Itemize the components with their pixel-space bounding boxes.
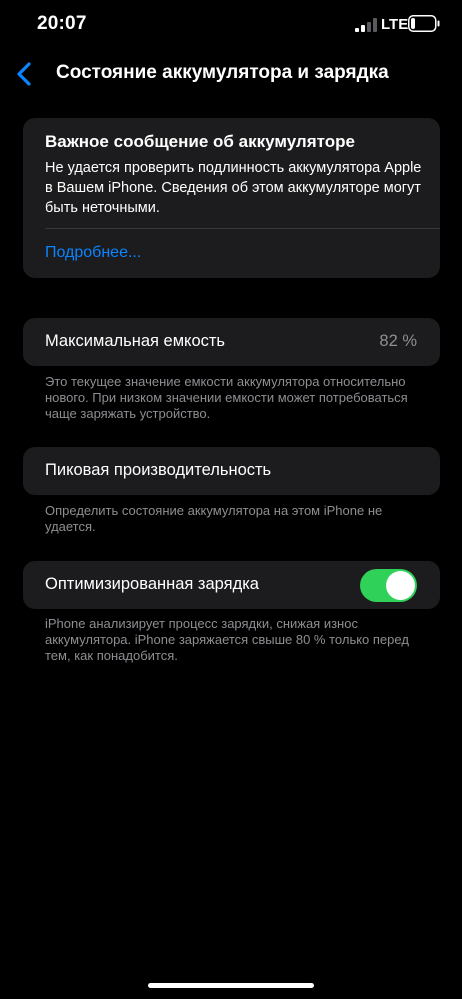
battery-low-icon [408, 15, 440, 32]
status-time: 20:07 [37, 13, 87, 34]
alert-body: Не удается проверить подлинность аккумул… [45, 160, 422, 216]
network-label: LTE [381, 16, 409, 33]
learn-more-link[interactable]: Подробнее... [45, 244, 141, 262]
optimized-charging-row: Оптимизированная зарядка [23, 561, 440, 609]
alert-divider [45, 228, 440, 229]
signal-bars-icon [355, 18, 377, 32]
back-button[interactable] [8, 58, 40, 90]
maximum-capacity-value: 82 % [379, 332, 417, 350]
toggle-knob [386, 571, 415, 600]
performance-footnote: Определить состояние аккумулятора на это… [45, 503, 383, 534]
status-bar: 20:07 LTE [0, 0, 462, 50]
optimized-charging-footnote: iPhone анализирует процесс зарядки, сниж… [45, 616, 409, 663]
maximum-capacity-row: Максимальная емкость 82 % [23, 318, 440, 366]
capacity-footnote: Это текущее значение емкости аккумулятор… [45, 374, 408, 421]
peak-performance-row: Пиковая производительность [23, 447, 440, 495]
battery-alert-card: Важное сообщение об аккумуляторе Не удае… [23, 118, 440, 278]
home-indicator[interactable] [148, 983, 314, 988]
maximum-capacity-label: Максимальная емкость [45, 332, 226, 350]
peak-performance-label: Пиковая производительность [45, 461, 272, 479]
optimized-charging-toggle[interactable] [360, 569, 417, 602]
alert-title: Важное сообщение об аккумуляторе [45, 132, 355, 151]
page-title: Состояние аккумулятора и зарядка [56, 62, 389, 83]
optimized-charging-label: Оптимизированная зарядка [45, 575, 259, 593]
chevron-left-icon [17, 62, 31, 86]
